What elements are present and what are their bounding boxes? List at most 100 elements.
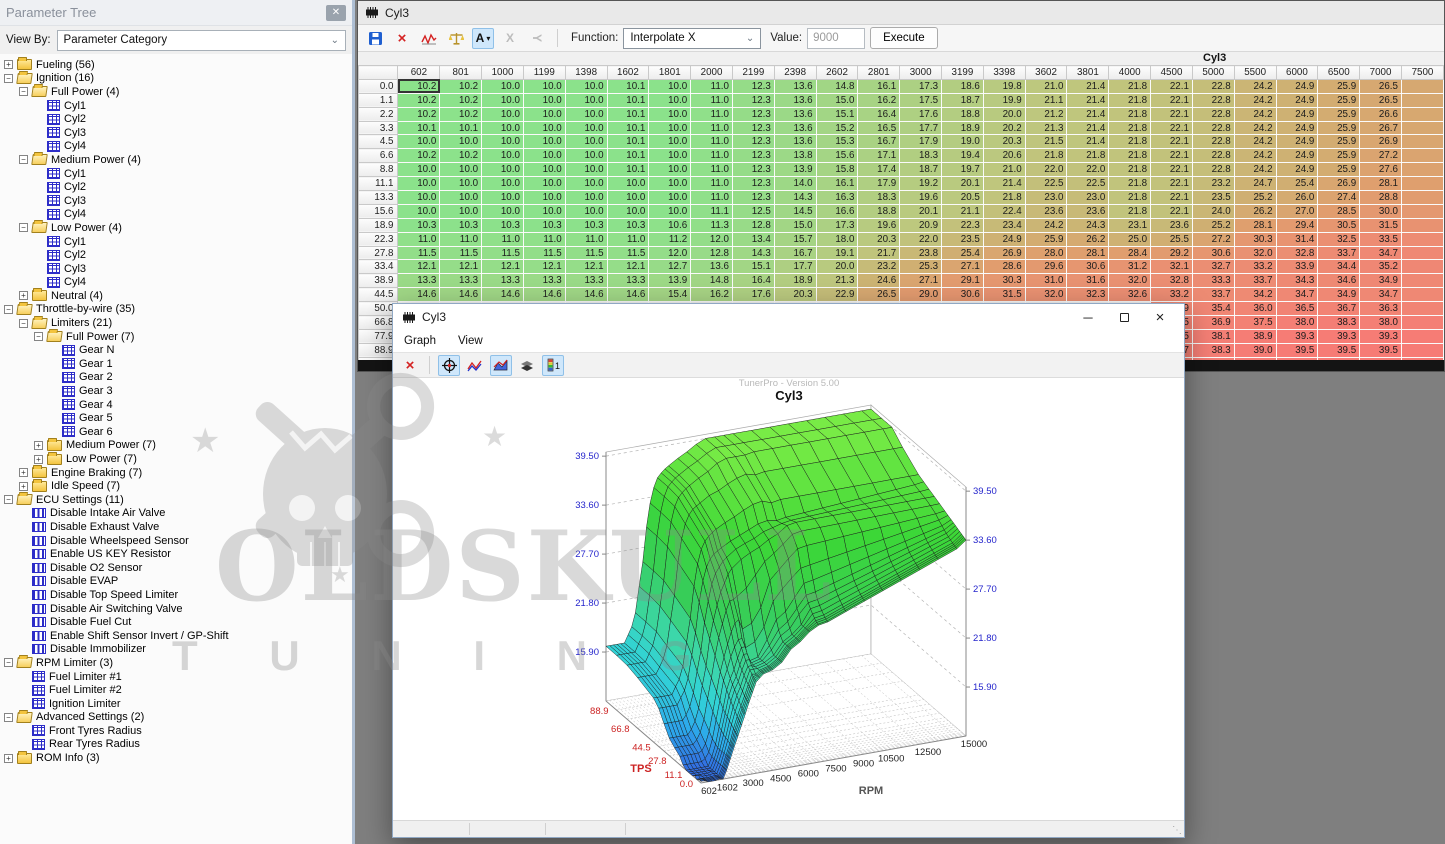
grid-cell[interactable]: 27.1 — [900, 274, 942, 288]
trace-button[interactable] — [418, 28, 440, 49]
grid-cell[interactable]: 22.0 — [1025, 163, 1067, 177]
grid-cell[interactable]: 15.1 — [816, 107, 858, 121]
grid-cell[interactable]: 12.1 — [523, 260, 565, 274]
grid-cell[interactable]: 10.0 — [482, 107, 524, 121]
grid-cell[interactable]: 11.0 — [398, 232, 440, 246]
grid-cell[interactable]: 21.4 — [983, 177, 1025, 191]
close-button[interactable]: × — [1145, 307, 1175, 327]
tree-item-disable-o2-sensor[interactable]: Disable O2 Sensor — [2, 561, 352, 575]
grid-cell[interactable]: 25.9 — [1318, 107, 1360, 121]
collapse-icon[interactable]: − — [34, 332, 43, 341]
grid-cell[interactable]: 39.5 — [1360, 343, 1402, 357]
grid-cell[interactable]: 24.2 — [1234, 135, 1276, 149]
save-button[interactable] — [364, 28, 386, 49]
grid-cell[interactable]: 10.0 — [565, 149, 607, 163]
grid-cell[interactable]: 15.0 — [816, 93, 858, 107]
grid-cell[interactable]: 22.1 — [1151, 79, 1193, 93]
col-header-1602[interactable]: 1602 — [607, 66, 649, 80]
col-header-5000[interactable]: 5000 — [1192, 66, 1234, 80]
grid-cell[interactable]: 19.0 — [942, 135, 984, 149]
grid-cell[interactable]: 34.9 — [1318, 288, 1360, 302]
grid-cell[interactable]: 32.1 — [1151, 260, 1193, 274]
grid-cell[interactable] — [1401, 135, 1443, 149]
grid-cell[interactable]: 10.0 — [398, 204, 440, 218]
grid-cell[interactable]: 24.2 — [1234, 149, 1276, 163]
rotate-button[interactable] — [438, 355, 460, 376]
grid-cell[interactable]: 32.0 — [1234, 246, 1276, 260]
grid-cell[interactable] — [1401, 121, 1443, 135]
grid-cell[interactable]: 15.3 — [816, 135, 858, 149]
grid-cell[interactable]: 10.0 — [398, 163, 440, 177]
grid-cell[interactable] — [1401, 93, 1443, 107]
grid-cell[interactable]: 16.1 — [816, 177, 858, 191]
grid-cell[interactable]: 15.0 — [774, 218, 816, 232]
grid-cell[interactable]: 10.0 — [398, 135, 440, 149]
grid-cell[interactable]: 10.0 — [649, 177, 691, 191]
grid-cell[interactable] — [1401, 274, 1443, 288]
grid-cell[interactable]: 26.5 — [858, 288, 900, 302]
col-header-3801[interactable]: 3801 — [1067, 66, 1109, 80]
grid-cell[interactable]: 30.3 — [983, 274, 1025, 288]
grid-cell[interactable]: 28.4 — [1109, 246, 1151, 260]
tree-item-disable-fuel-cut[interactable]: Disable Fuel Cut — [2, 615, 352, 629]
col-header-3199[interactable]: 3199 — [942, 66, 984, 80]
collapse-icon[interactable]: − — [4, 74, 13, 83]
grid-cell[interactable]: 22.8 — [1192, 149, 1234, 163]
grid-cell[interactable]: 33.5 — [1360, 232, 1402, 246]
grid-cell[interactable]: 10.0 — [649, 93, 691, 107]
grid-cell[interactable]: 19.8 — [983, 79, 1025, 93]
grid-cell[interactable]: 36.5 — [1276, 302, 1318, 316]
grid-cell[interactable]: 10.3 — [607, 218, 649, 232]
graph-window-titlebar[interactable]: Cyl3 ─ × — [393, 304, 1184, 330]
grid-cell[interactable]: 38.9 — [1234, 329, 1276, 343]
grid-cell[interactable]: 24.9 — [1276, 135, 1318, 149]
collapse-icon[interactable]: − — [4, 305, 13, 314]
collapse-icon[interactable]: − — [19, 223, 28, 232]
grid-cell[interactable]: 10.0 — [523, 135, 565, 149]
grid-cell[interactable]: 21.0 — [1025, 79, 1067, 93]
grid-cell[interactable]: 33.7 — [1192, 288, 1234, 302]
grid-cell[interactable]: 13.3 — [482, 274, 524, 288]
grid-cell[interactable]: 18.7 — [900, 163, 942, 177]
tree-item-enable-shift-sensor-invert-gp-shift[interactable]: Enable Shift Sensor Invert / GP-Shift — [2, 629, 352, 643]
grid-cell[interactable]: 12.1 — [398, 260, 440, 274]
grid-cell[interactable]: 31.2 — [1109, 260, 1151, 274]
tree-item-disable-top-speed-limiter[interactable]: Disable Top Speed Limiter — [2, 588, 352, 602]
grid-cell[interactable]: 10.0 — [649, 107, 691, 121]
tree-item-cyl1[interactable]: Cyl1 — [2, 99, 352, 113]
tree-item-ignition-limiter[interactable]: Ignition Limiter — [2, 697, 352, 711]
grid-cell[interactable]: 14.5 — [774, 204, 816, 218]
grid-cell[interactable]: 12.5 — [732, 204, 774, 218]
grid-cell[interactable]: 25.4 — [1276, 177, 1318, 191]
grid-cell[interactable]: 24.2 — [1234, 107, 1276, 121]
tree-item-rom-info-3[interactable]: +ROM Info (3) — [2, 751, 352, 765]
grid-cell[interactable]: 25.9 — [1318, 135, 1360, 149]
row-header-3.3[interactable]: 3.3 — [359, 121, 398, 135]
grid-cell[interactable]: 26.9 — [983, 246, 1025, 260]
grid-cell[interactable]: 24.2 — [1234, 79, 1276, 93]
expand-icon[interactable]: + — [19, 482, 28, 491]
grid-cell[interactable]: 38.3 — [1192, 343, 1234, 357]
grid-cell[interactable] — [1401, 329, 1443, 343]
grid-cell[interactable]: 14.6 — [565, 288, 607, 302]
grid-cell[interactable]: 10.1 — [607, 79, 649, 93]
expand-icon[interactable]: + — [19, 291, 28, 300]
grid-cell[interactable]: 14.8 — [691, 274, 733, 288]
grid-cell[interactable]: 10.0 — [523, 79, 565, 93]
grid-cell[interactable]: 33.2 — [1151, 288, 1193, 302]
expand-icon[interactable]: + — [34, 441, 43, 450]
grid-cell[interactable]: 17.3 — [900, 79, 942, 93]
col-header-1000[interactable]: 1000 — [482, 66, 524, 80]
grid-cell[interactable]: 34.2 — [1234, 288, 1276, 302]
grid-cell[interactable]: 21.3 — [816, 274, 858, 288]
grid-cell[interactable]: 18.8 — [858, 204, 900, 218]
tree-item-limiters-21[interactable]: −Limiters (21) — [2, 316, 352, 330]
grid-cell[interactable] — [1401, 316, 1443, 330]
grid-cell[interactable]: 10.1 — [398, 121, 440, 135]
grid-cell[interactable]: 10.0 — [523, 177, 565, 191]
grid-cell[interactable]: 13.6 — [774, 79, 816, 93]
grid-cell[interactable]: 10.2 — [398, 93, 440, 107]
grid-cell[interactable]: 23.8 — [900, 246, 942, 260]
grid-cell[interactable]: 32.5 — [1318, 232, 1360, 246]
grid-cell[interactable]: 14.6 — [523, 288, 565, 302]
